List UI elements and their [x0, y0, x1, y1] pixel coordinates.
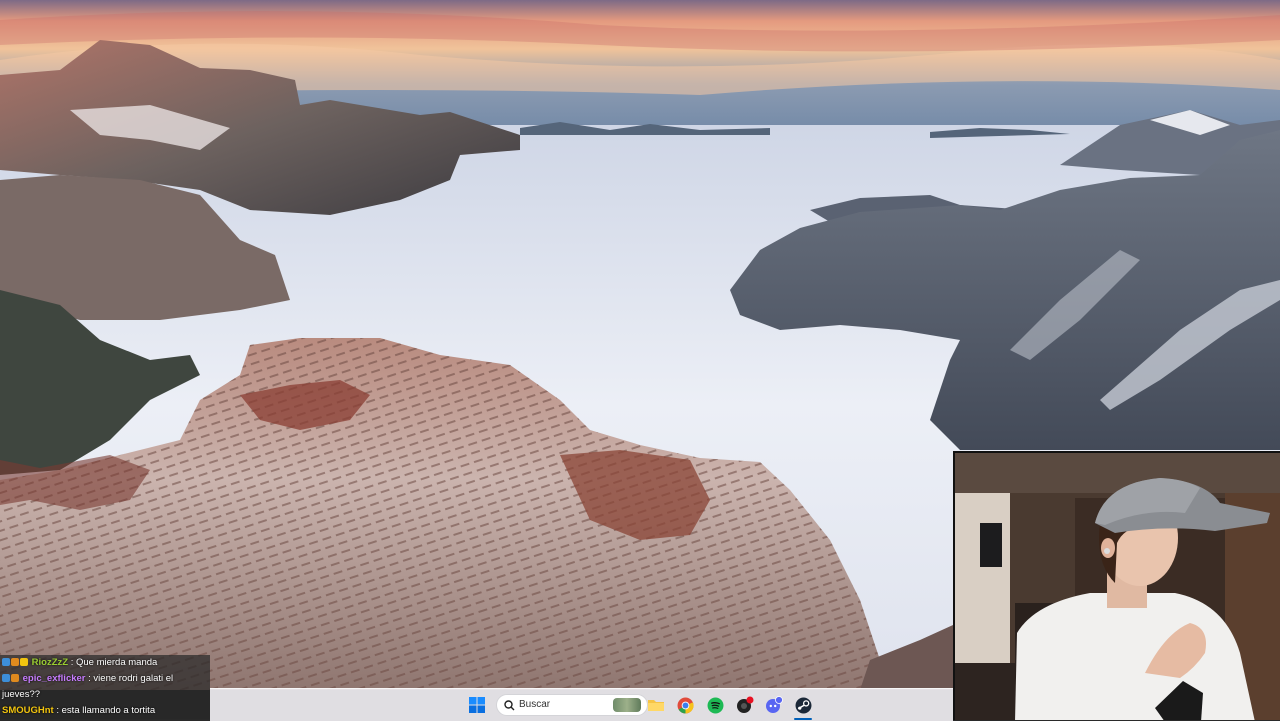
file-explorer-icon[interactable] [647, 696, 665, 714]
windows-taskbar: Buscar [210, 688, 953, 721]
chat-username: RiozZzZ [31, 657, 69, 668]
chat-badge-icon [11, 674, 19, 682]
chrome-icon[interactable] [676, 696, 694, 714]
chat-separator: : [88, 673, 91, 684]
spotify-icon[interactable] [706, 696, 724, 714]
chat-separator: : [70, 657, 74, 668]
chat-message: epic_exflicker : viene rodri galati el j… [0, 671, 210, 703]
search-highlight-image [613, 698, 641, 712]
app-with-notification-icon[interactable] [736, 696, 754, 714]
chat-text: esta llamando a tortita [61, 705, 156, 716]
chat-message: RiozZzZ : Que mierda manda [0, 655, 210, 671]
windows-start-icon[interactable] [468, 696, 486, 714]
chat-badge-icon [2, 658, 10, 666]
chat-message: SMOUGHnt : esta llamando a tortita [0, 703, 210, 719]
stream-chat-overlay: RiozZzZ : Que mierda manda epic_exflicke… [0, 655, 210, 719]
search-icon [504, 700, 515, 711]
discord-icon[interactable] [765, 696, 783, 714]
webcam-overlay [953, 451, 1280, 720]
chat-username: SMOUGHnt [2, 705, 54, 716]
chat-badge-icon [20, 658, 28, 666]
taskbar-search-box[interactable]: Buscar [496, 694, 648, 716]
steam-icon[interactable] [794, 696, 812, 714]
chat-badge-icon [11, 658, 19, 666]
chat-badge-icon [2, 674, 10, 682]
chat-separator: : [56, 705, 59, 716]
chat-username: epic_exflicker [22, 673, 86, 684]
chat-text: Que mierda manda [75, 657, 158, 668]
search-placeholder: Buscar [519, 699, 551, 710]
